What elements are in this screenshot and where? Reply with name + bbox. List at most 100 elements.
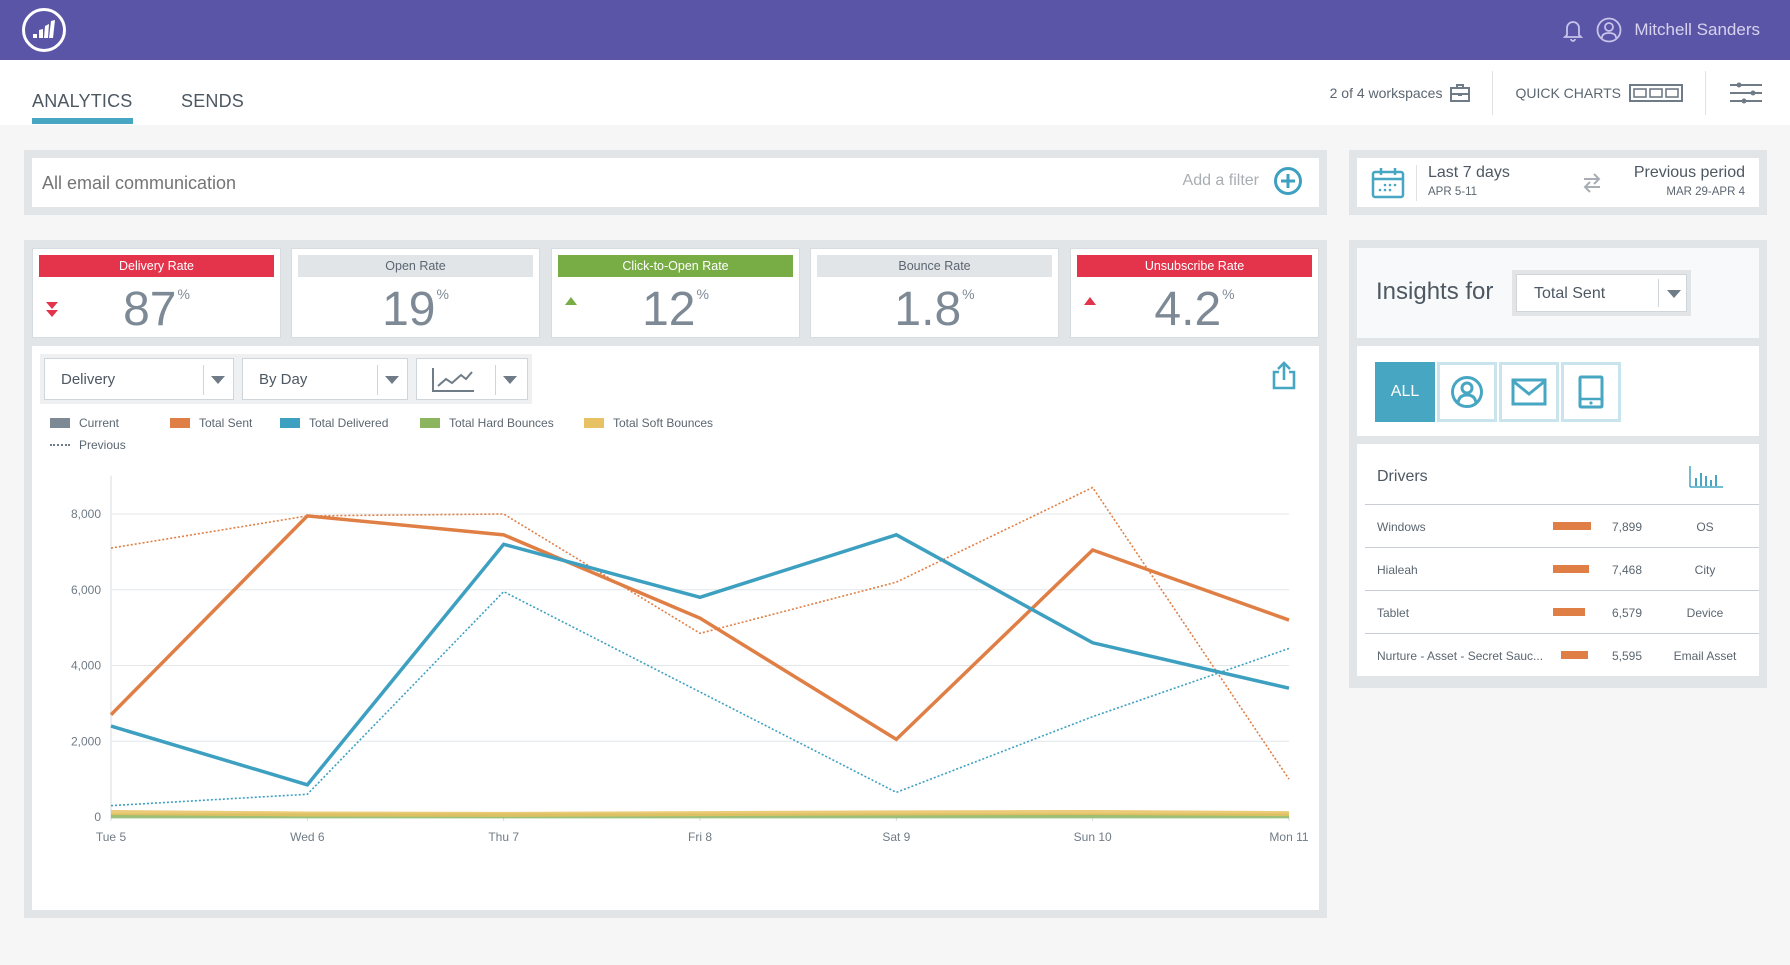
driver-row[interactable]: Hialeah 7,468 City bbox=[1365, 547, 1759, 590]
series-line-total-soft-bounces-current bbox=[110, 809, 1290, 817]
chart-container: 0 2,000 4,000 6,000 8,000 Tue 5 Wed 6 Thu 7 Fri … bbox=[32, 346, 1319, 910]
driver-category: City bbox=[1694, 563, 1716, 577]
series-line-total-delivered-current bbox=[110, 532, 1290, 787]
current-period-range: APR 5-11 bbox=[1428, 186, 1478, 198]
legend-item-total-soft-bounces[interactable]: Total Soft Bounces bbox=[584, 416, 713, 430]
bar-chart-icon[interactable] bbox=[1689, 466, 1723, 488]
driver-category: Device bbox=[1686, 606, 1724, 620]
driver-name: Nurture - Asset - Secret Sauc... bbox=[1377, 649, 1544, 663]
driver-category: Email Asset bbox=[1673, 649, 1737, 663]
chart-controls: Delivery By Day bbox=[40, 354, 532, 404]
kpi-card-bounce-rate[interactable]: Bounce Rate 1.8% bbox=[810, 248, 1059, 338]
kpi-label: Bounce Rate bbox=[817, 255, 1052, 277]
briefcase-icon bbox=[1450, 83, 1471, 102]
kpi-value: 87% bbox=[123, 283, 190, 336]
segment-people-button[interactable] bbox=[1437, 362, 1497, 422]
date-range-picker[interactable]: Last 7 days APR 5-11 Previous period MAR… bbox=[1357, 158, 1759, 207]
driver-bar bbox=[1561, 651, 1588, 659]
legend-swatch bbox=[170, 418, 190, 428]
legend-swatch bbox=[584, 418, 604, 428]
grouping-dropdown[interactable]: By Day bbox=[242, 358, 408, 400]
kpi-label: Open Rate bbox=[298, 255, 533, 277]
y-tick-label: 8,000 bbox=[71, 507, 101, 521]
quick-charts-button[interactable]: QUICK CHARTS bbox=[1492, 70, 1705, 115]
x-tick-label: Sat 9 bbox=[882, 830, 910, 844]
app-logo[interactable] bbox=[22, 8, 66, 52]
legend-swatch bbox=[420, 418, 440, 428]
add-filter-button[interactable]: Add a filter bbox=[1183, 166, 1303, 196]
calendar-icon bbox=[1371, 168, 1405, 199]
driver-name: Tablet bbox=[1377, 606, 1410, 620]
filter-panel: Add a filter bbox=[24, 150, 1327, 215]
compare-period-range: MAR 29-APR 4 bbox=[1666, 186, 1745, 198]
kpi-card-unsubscribe-rate[interactable]: Unsubscribe Rate 4.2% bbox=[1070, 248, 1319, 338]
legend-item-previous[interactable]: Previous bbox=[50, 438, 126, 452]
kpi-value: 19% bbox=[382, 283, 449, 336]
insights-metric-dropdown[interactable]: Total Sent bbox=[1516, 274, 1687, 312]
sliders-icon bbox=[1730, 82, 1762, 103]
insights-metric-value: Total Sent bbox=[1534, 285, 1606, 302]
kpi-label: Delivery Rate bbox=[39, 255, 274, 277]
add-filter-label: Add a filter bbox=[1182, 172, 1259, 189]
legend-item-current[interactable]: Current bbox=[50, 416, 119, 430]
line-chart-icon bbox=[432, 368, 474, 392]
kpi-value: 4.2% bbox=[1154, 283, 1235, 336]
date-range-panel: Last 7 days APR 5-11 Previous period MAR… bbox=[1349, 150, 1767, 215]
kpi-card-delivery-rate[interactable]: Delivery Rate 87% bbox=[32, 248, 281, 338]
driver-row[interactable]: Windows 7,899 OS bbox=[1365, 504, 1759, 547]
settings-sliders-button[interactable] bbox=[1705, 70, 1790, 115]
drivers-section: Drivers Windows 7,899 OS Hialeah 7,468 City Ta… bbox=[1357, 444, 1759, 676]
notifications-bell-icon[interactable] bbox=[1562, 18, 1584, 42]
kpi-card-open-rate[interactable]: Open Rate 19% bbox=[291, 248, 540, 338]
legend-item-total-sent[interactable]: Total Sent bbox=[170, 416, 252, 430]
x-tick-label: Wed 6 bbox=[290, 830, 325, 844]
legend-item-total-hard-bounces[interactable]: Total Hard Bounces bbox=[420, 416, 554, 430]
swap-arrows-icon[interactable] bbox=[1581, 171, 1603, 195]
top-navigation-bar: Mitchell Sanders bbox=[0, 0, 1790, 60]
driver-bar bbox=[1553, 565, 1589, 573]
driver-row[interactable]: Nurture - Asset - Secret Sauc... 5,595 Ema… bbox=[1365, 633, 1759, 676]
legend-dotted-swatch bbox=[50, 444, 70, 446]
insights-header: Insights for Total Sent bbox=[1357, 248, 1759, 338]
kpi-card-click-to-open-rate[interactable]: Click-to-Open Rate 12% bbox=[551, 248, 800, 338]
x-tick-label: Mon 11 bbox=[1269, 830, 1308, 844]
user-avatar-icon[interactable] bbox=[1596, 17, 1622, 43]
current-period-label: Last 7 days bbox=[1428, 164, 1510, 181]
tablet-icon bbox=[1578, 375, 1604, 409]
x-tick-label: Sun 10 bbox=[1074, 830, 1112, 844]
line-chart: 0 2,000 4,000 6,000 8,000 Tue 5 Wed 6 Thu 7 Fri … bbox=[71, 475, 1309, 844]
workspaces-selector[interactable]: 2 of 4 workspaces bbox=[1308, 71, 1493, 115]
kpi-label: Click-to-Open Rate bbox=[558, 255, 793, 277]
chevron-down-icon bbox=[1667, 290, 1681, 298]
person-icon bbox=[1451, 376, 1483, 408]
bar-chart-logo-icon bbox=[33, 20, 55, 38]
chevron-down-icon bbox=[211, 376, 225, 384]
y-tick-label: 6,000 bbox=[71, 583, 101, 597]
driver-row[interactable]: Tablet 6,579 Device bbox=[1365, 590, 1759, 633]
plus-circle-icon bbox=[1274, 167, 1302, 195]
tab-sends[interactable]: SENDS bbox=[181, 91, 244, 112]
chevron-down-icon bbox=[385, 376, 399, 384]
grouping-dropdown-value: By Day bbox=[259, 371, 308, 388]
share-export-icon[interactable] bbox=[1271, 360, 1297, 390]
date-divider bbox=[1416, 165, 1417, 201]
segment-device-button[interactable] bbox=[1561, 362, 1621, 422]
insights-title: Insights for bbox=[1376, 278, 1494, 305]
legend-item-total-delivered[interactable]: Total Delivered bbox=[280, 416, 388, 430]
series-line-total-delivered-previous bbox=[110, 590, 1290, 807]
quick-charts-icon bbox=[1629, 83, 1683, 102]
series-line-total-sent-current bbox=[109, 514, 1290, 742]
tab-analytics[interactable]: ANALYTICS bbox=[32, 91, 133, 124]
chart-type-dropdown[interactable] bbox=[416, 358, 528, 400]
segment-all-button[interactable]: ALL bbox=[1375, 362, 1435, 422]
metric-dropdown[interactable]: Delivery bbox=[44, 358, 234, 400]
communication-filter-input[interactable] bbox=[42, 173, 842, 194]
driver-value: 7,899 bbox=[1611, 520, 1642, 534]
segment-email-button[interactable] bbox=[1499, 362, 1559, 422]
driver-bar bbox=[1553, 522, 1591, 530]
tab-bar: ANALYTICS SENDS 2 of 4 workspaces QUICK … bbox=[0, 60, 1790, 125]
user-name[interactable]: Mitchell Sanders bbox=[1634, 20, 1760, 40]
segment-filter-bar: ALL bbox=[1357, 346, 1759, 436]
legend-swatch bbox=[50, 418, 70, 428]
x-tick-label: Fri 8 bbox=[688, 830, 712, 844]
